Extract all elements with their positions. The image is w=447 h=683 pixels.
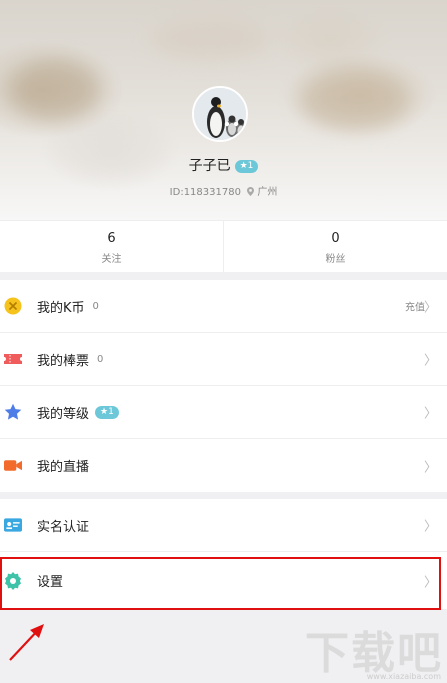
menu-item-level[interactable]: 我的等级 ★1 〉 xyxy=(0,386,447,439)
menu-item-settings[interactable]: 设置 〉 xyxy=(0,552,447,609)
user-id: ID:118331780 xyxy=(169,187,241,198)
kcoin-count: 0 xyxy=(92,300,99,312)
location: 广州 xyxy=(257,187,278,198)
watermark-url: www.xiazaiba.com xyxy=(366,672,441,681)
stat-fans[interactable]: 0 粉丝 xyxy=(223,221,447,272)
level-badge: ★1 xyxy=(234,160,259,173)
menu-item-tickets[interactable]: 我的棒票 0 〉 xyxy=(0,333,447,386)
star-icon xyxy=(4,403,22,421)
following-label: 关注 xyxy=(101,254,122,265)
menu-label: 我的直播 xyxy=(37,460,90,475)
chevron-right-icon: 〉 xyxy=(423,460,437,475)
menu-group-wallet: 我的K币 0 充值 〉 我的棒票 0 〉 我的等级 ★1 〉 我的直播 〉 xyxy=(0,280,447,492)
chevron-right-icon: 〉 xyxy=(423,300,437,316)
id-card-icon xyxy=(4,516,22,534)
avatar[interactable] xyxy=(192,86,248,142)
chevron-right-icon: 〉 xyxy=(423,406,437,422)
menu-item-real-name[interactable]: 实名认证 〉 xyxy=(0,499,447,552)
video-camera-icon xyxy=(4,457,22,475)
chevron-right-icon: 〉 xyxy=(423,353,437,369)
stats-bar: 6 关注 0 粉丝 xyxy=(0,220,447,272)
ticket-count: 0 xyxy=(97,353,104,365)
stat-following[interactable]: 6 关注 xyxy=(0,221,223,272)
following-count: 6 xyxy=(107,231,116,246)
username-row: 子子已 ★1 xyxy=(0,155,447,175)
annotation-arrow-icon xyxy=(9,624,44,661)
menu-label: 我的等级 xyxy=(37,406,90,422)
settings-gear-icon xyxy=(4,571,22,590)
level-badge-small: ★1 xyxy=(95,405,119,419)
menu-item-kcoin[interactable]: 我的K币 0 充值 〉 xyxy=(0,280,447,333)
username: 子子已 xyxy=(188,158,231,174)
menu-label: 我的K币 xyxy=(37,300,85,316)
penguin-avatar-icon xyxy=(194,88,246,140)
location-pin-icon xyxy=(247,187,255,199)
chevron-right-icon: 〉 xyxy=(423,519,437,535)
menu-label: 设置 xyxy=(37,575,64,590)
menu-label: 我的棒票 xyxy=(37,353,90,369)
k-coin-icon xyxy=(4,297,22,315)
menu-label: 实名认证 xyxy=(37,519,90,535)
fans-count: 0 xyxy=(331,231,340,246)
recharge-link[interactable]: 充值 xyxy=(405,299,425,314)
menu-item-live[interactable]: 我的直播 〉 xyxy=(0,439,447,492)
chevron-right-icon: 〉 xyxy=(423,575,437,590)
id-location-line: ID:118331780 广州 xyxy=(0,183,447,199)
profile-header: 子子已 ★1 ID:118331780 广州 xyxy=(0,0,447,220)
fans-label: 粉丝 xyxy=(325,254,346,265)
ticket-icon xyxy=(4,350,22,368)
menu-group-account: 实名认证 〉 设置 〉 xyxy=(0,499,447,609)
